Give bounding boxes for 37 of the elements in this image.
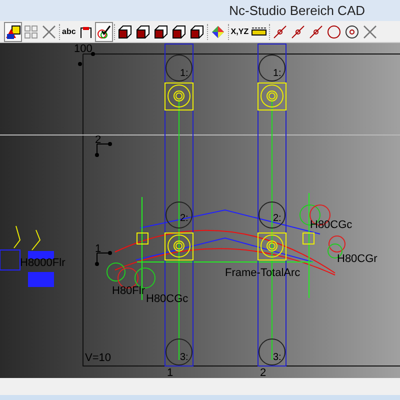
grid-icon (23, 24, 39, 40)
row-marker-icon (95, 142, 112, 157)
target-icon (344, 24, 360, 40)
row-marker-icon (95, 251, 112, 266)
window-title: Nc-Studio Bereich CAD (229, 2, 365, 20)
check-icon (96, 24, 112, 40)
node-label: 3: (273, 352, 282, 363)
node-label: 3: (180, 352, 188, 363)
cross-icon (41, 24, 57, 40)
box-icon (152, 24, 169, 40)
shapes-icon (5, 24, 21, 40)
toolbar-button[interactable] (94, 22, 113, 42)
toolbar-button[interactable] (4, 22, 22, 42)
node-label: 1: (180, 68, 188, 79)
line-icon (308, 24, 324, 40)
line-icon (290, 24, 306, 40)
annotation-label: H80CGc (310, 219, 352, 231)
box-icon (116, 24, 133, 40)
row-label: 1 (95, 243, 102, 255)
box-icon (188, 24, 205, 40)
toolbar-button[interactable]: X,YZ (230, 22, 250, 42)
column-label: 2 (260, 367, 266, 378)
box-icon (134, 24, 151, 40)
node-label: 1: (273, 68, 282, 79)
column-label: 1 (167, 367, 174, 378)
annotation-label: H8000Flr (20, 257, 66, 269)
box-icon (170, 24, 187, 40)
node-label: 2: (273, 213, 282, 224)
toolbar-button[interactable]: abc (61, 22, 77, 42)
annotation-label: H80CGr (337, 253, 378, 265)
view-label: V=10 (85, 352, 111, 364)
circle-icon (326, 24, 342, 40)
line-icon (272, 24, 288, 40)
axis-label: 100 (74, 43, 92, 55)
cross-icon (362, 24, 378, 40)
row-label: 2 (95, 134, 102, 146)
color-wheel-icon (210, 24, 226, 40)
